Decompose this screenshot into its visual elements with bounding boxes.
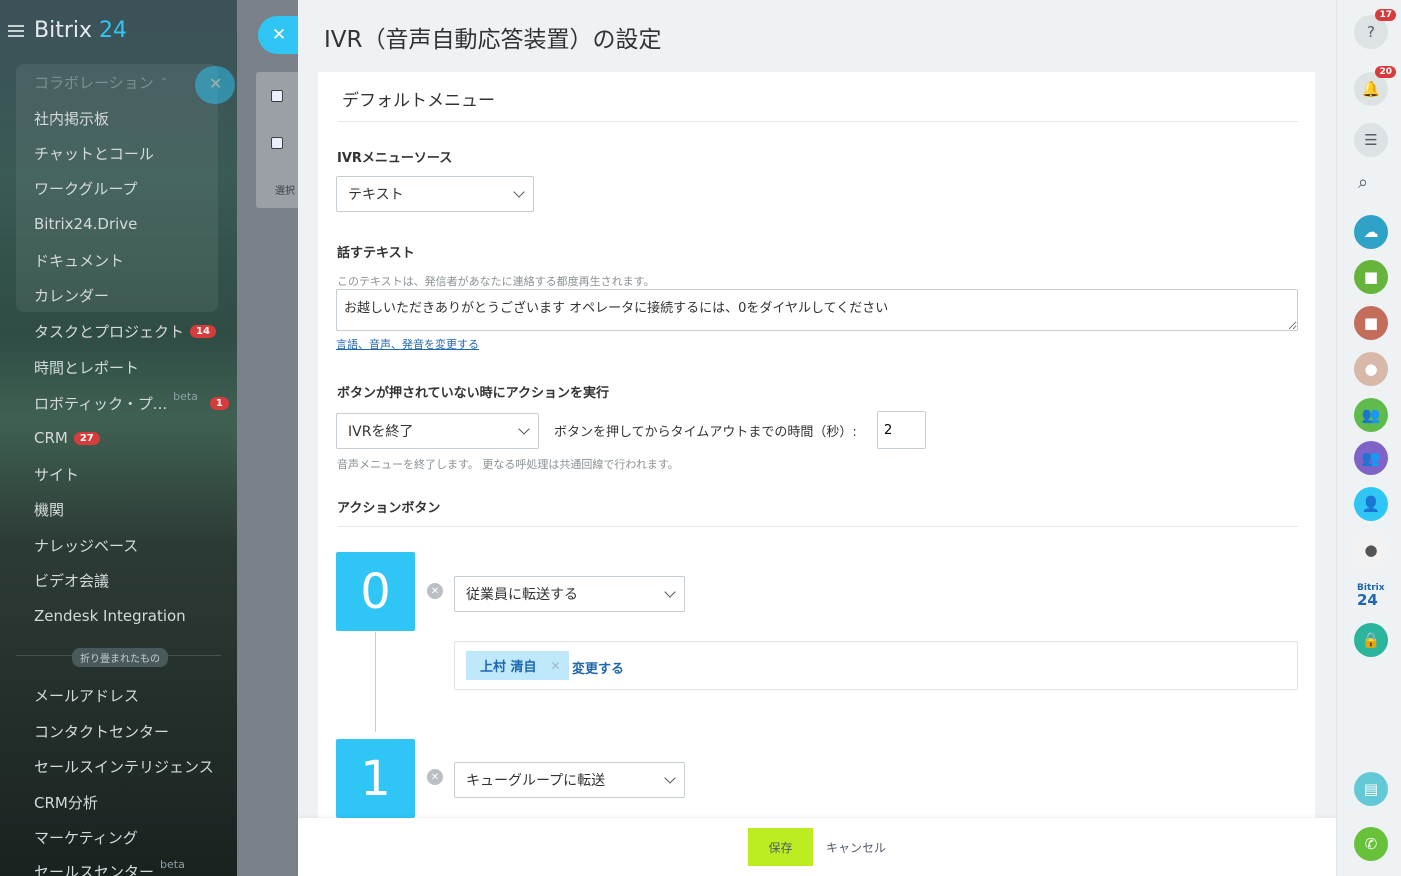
divider [338, 121, 1298, 122]
sidebar-item-time-reports[interactable]: 時間とレポート [34, 357, 139, 378]
background-select-text: 選択 [275, 186, 295, 197]
bitrix24-logo-icon[interactable]: Bitrix 24 [1357, 584, 1385, 608]
no-press-hint: 音声メニューを終了します。 更なる呼処理は共通回線で行われます。 [337, 458, 679, 471]
sidebar-item-marketing[interactable]: マーケティング [34, 827, 138, 848]
chevron-down-icon [513, 186, 525, 198]
search-icon[interactable]: ⌕ [1358, 172, 1368, 193]
close-slider-button[interactable]: ✕ [258, 16, 300, 54]
digit-0-box: 0 [336, 552, 415, 631]
sidebar-item-company[interactable]: 機関 [34, 499, 64, 520]
video-conference-icon[interactable]: ■ [1354, 306, 1388, 340]
timeout-input[interactable] [877, 411, 926, 449]
video-call-icon[interactable]: ■ [1354, 260, 1388, 294]
speech-hint: このテキストは、発信者があなたに連絡する都度再生されます。 [337, 275, 655, 288]
left-sidebar: Bitrix 24 コラボレーション ⌃ ✕ 社内掲示板 チャットとコール ワーク… [0, 0, 237, 876]
change-employee-link[interactable]: 変更する [572, 658, 624, 677]
rpa-badge: 1 [209, 397, 229, 410]
no-press-label: ボタンが押されていない時にアクションを実行 [337, 386, 609, 401]
source-select[interactable]: テキスト [336, 176, 534, 212]
logo-brand: Bitrix [34, 18, 93, 43]
sidebar-item-workgroups[interactable]: ワークグループ [34, 178, 138, 199]
background-close-icon: ✕ [195, 66, 235, 104]
employee-selector: 上村 清自 ✕ 変更する [454, 641, 1298, 690]
speech-label: 話すテキスト [337, 246, 415, 261]
avatar[interactable]: ● [1354, 533, 1388, 567]
group-icon[interactable]: 👥 [1354, 441, 1388, 475]
sidebar-item-video-conference[interactable]: ビデオ会議 [34, 570, 109, 591]
logo-number: 24 [99, 18, 128, 43]
no-press-action-select[interactable]: IVRを終了 [336, 413, 539, 449]
footer-bar: 保存 キャンセル [298, 818, 1336, 876]
section-title: デフォルトメニュー [342, 91, 495, 111]
background-checkbox [271, 90, 283, 102]
sidebar-item-zendesk[interactable]: Zendesk Integration [34, 607, 186, 625]
chevron-down-icon [518, 423, 530, 435]
cancel-button[interactable]: キャンセル [826, 839, 886, 856]
group-title-collaboration[interactable]: コラボレーション ⌃ [34, 72, 168, 93]
background-checkbox [271, 137, 283, 149]
sidebar-item-chat[interactable]: チャットとコール [34, 143, 154, 164]
tasks-badge: 14 [190, 325, 216, 338]
bell-icon[interactable]: 🔔 20 [1354, 66, 1396, 106]
user-clock-icon[interactable]: 👤 [1354, 487, 1388, 521]
help-icon[interactable]: ? 17 [1354, 9, 1396, 49]
sidebar-item-crm-analytics[interactable]: CRM分析 [34, 792, 98, 813]
sidebar-item-rpa[interactable]: ロボティック・プ... beta 1 [34, 390, 229, 414]
cloud-icon[interactable]: ☁ [1354, 215, 1388, 249]
digit-1-box: 1 [336, 739, 415, 818]
sidebar-item-sales-center[interactable]: セールスセンター beta [34, 858, 185, 876]
sidebar-item-news-feed[interactable]: 社内掲示板 [34, 108, 109, 129]
sidebar-item-tasks[interactable]: タスクとプロジェクト 14 [34, 321, 216, 342]
sidebar-item-contact-center[interactable]: コンタクトセンター [34, 721, 169, 742]
close-icon: ✕ [271, 25, 287, 45]
ivr-settings-panel: IVR（音声自動応答装置）の設定 デフォルトメニュー IVRメニューソース テキ… [298, 0, 1336, 876]
remove-icon[interactable]: ✕ [427, 583, 443, 599]
help-badge: 17 [1375, 9, 1396, 21]
divider [338, 526, 1298, 527]
action-buttons-label: アクションボタン [337, 501, 441, 516]
speech-text-input[interactable]: お越しいただきありがとうございます オペレータに接続するには、0をダイヤルしてく… [336, 289, 1298, 331]
sidebar-item-calendar[interactable]: カレンダー [34, 285, 109, 306]
source-label: IVRメニューソース [337, 151, 453, 166]
chevron-down-icon [664, 772, 676, 784]
action-1-select[interactable]: キューグループに転送 [454, 762, 685, 798]
logo[interactable]: Bitrix 24 [8, 18, 127, 43]
crm-badge: 27 [73, 431, 100, 445]
chevron-up-icon: ⌃ [159, 77, 169, 88]
menu-icon[interactable] [8, 24, 24, 37]
chevron-down-icon [664, 586, 676, 598]
employee-tag[interactable]: 上村 清自 ✕ [466, 651, 569, 680]
phone-icon[interactable]: ✆ [1354, 827, 1388, 861]
connector-line [375, 632, 376, 732]
voice-settings-link[interactable]: 言語、音声、発音を変更する [336, 336, 479, 352]
sidebar-item-sales-intelligence[interactable]: セールスインテリジェンス [34, 756, 214, 777]
sidebar-item-drive[interactable]: Bitrix24.Drive [34, 215, 137, 233]
avatar[interactable]: ● [1354, 352, 1388, 386]
timeout-label: ボタンを押してからタイムアウトまでの時間（秒）: [554, 425, 857, 440]
sidebar-item-sites[interactable]: サイト [34, 464, 79, 485]
group-icon[interactable]: 👥 [1354, 398, 1388, 432]
right-toolbar: ? 17 🔔 20 ☰ ⌕ ☁ ■ ■ ● 👥 👥 👤 ● Bitrix 24 🔒 ▤… [1336, 0, 1401, 876]
sidebar-item-documents[interactable]: ドキュメント [34, 250, 124, 271]
sidebar-item-mail[interactable]: メールアドレス [34, 685, 139, 706]
chat-icon[interactable]: ☰ [1354, 123, 1388, 157]
settings-card: デフォルトメニュー IVRメニューソース テキスト 話すテキスト このテキストは… [318, 72, 1315, 822]
remove-icon[interactable]: ✕ [427, 769, 443, 785]
sidebar-item-crm[interactable]: CRM 27 [34, 429, 100, 447]
collapsed-section-label[interactable]: 折り畳まれたもの [72, 648, 168, 667]
page-title: IVR（音声自動応答装置）の設定 [324, 27, 662, 53]
document-icon[interactable]: ▤ [1354, 772, 1388, 806]
remove-tag-icon[interactable]: ✕ [551, 659, 561, 673]
action-0-select[interactable]: 従業員に転送する [454, 576, 685, 612]
save-button[interactable]: 保存 [748, 828, 813, 866]
lock-icon[interactable]: 🔒 [1354, 623, 1388, 657]
notify-badge: 20 [1375, 66, 1396, 78]
sidebar-item-knowledge-base[interactable]: ナレッジベース [34, 535, 138, 556]
